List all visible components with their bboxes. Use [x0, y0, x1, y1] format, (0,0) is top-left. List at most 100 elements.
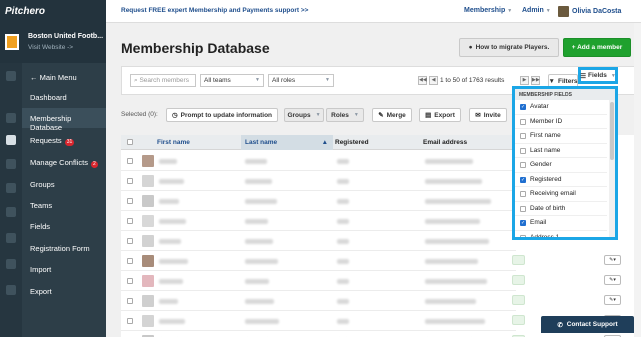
field-checkbox[interactable]: ✓: [520, 176, 526, 183]
caret-down-icon: ▼: [610, 72, 616, 79]
sidebar-item-dashboard[interactable]: Dashboard: [22, 87, 106, 107]
fields-scrollbar[interactable]: [609, 100, 615, 237]
roles-button[interactable]: Roles ▼: [326, 108, 364, 122]
how-to-migrate-button[interactable]: ● How to migrate Players.: [459, 38, 559, 57]
sidebar-item-manage-conflicts[interactable]: Manage Conflicts 2: [22, 152, 106, 172]
row-checkbox[interactable]: [127, 238, 133, 244]
field-option[interactable]: Address 1: [515, 231, 607, 237]
field-option[interactable]: ✓ Avatar: [515, 100, 607, 115]
nav-admin[interactable]: Admin ▼: [522, 7, 551, 14]
field-checkbox[interactable]: [520, 133, 526, 139]
sidebar-item-main-menu[interactable]: ← Main Menu: [22, 67, 106, 87]
row-actions-button[interactable]: ✎▾: [604, 275, 621, 285]
teams-select[interactable]: All teams ▼: [200, 74, 264, 87]
gear-icon[interactable]: [6, 259, 16, 269]
fields-button[interactable]: ☰ Fields ▼: [578, 67, 618, 84]
members-icon[interactable]: [6, 135, 16, 145]
nav-membership[interactable]: Membership ▼: [464, 7, 512, 14]
row-checkbox[interactable]: [127, 298, 133, 304]
redacted-registered: [337, 299, 349, 304]
column-first-name[interactable]: First name: [157, 139, 190, 146]
sidebar-item-teams[interactable]: Teams: [22, 195, 106, 215]
field-option[interactable]: Member ID: [515, 115, 607, 129]
table-row[interactable]: [121, 211, 516, 231]
calendar-icon[interactable]: [6, 159, 16, 169]
field-option[interactable]: Gender: [515, 158, 607, 173]
sidebar-item-membership-database[interactable]: Membership Database: [22, 108, 106, 132]
contact-support-button[interactable]: ✆ Contact Support: [541, 316, 634, 333]
field-checkbox[interactable]: [520, 147, 526, 154]
field-checkbox[interactable]: [520, 234, 526, 237]
table-row[interactable]: [121, 331, 516, 337]
sidebar-item-registration-form[interactable]: Registration Form: [22, 238, 106, 258]
field-option[interactable]: ✓ Registered: [515, 173, 607, 187]
image-icon[interactable]: [6, 183, 16, 193]
support-promo-link[interactable]: Request FREE expert Membership and Payme…: [121, 7, 308, 14]
last-page-icon[interactable]: ▶▶: [531, 76, 540, 85]
table-row[interactable]: [121, 191, 516, 211]
field-checkbox[interactable]: [520, 162, 526, 168]
member-avatar: [142, 295, 154, 307]
sidebar-item-fields[interactable]: Fields: [22, 216, 106, 236]
prompt-update-button[interactable]: ◷ Prompt to update information: [166, 108, 278, 122]
row-checkbox[interactable]: [127, 258, 133, 264]
next-page-icon[interactable]: ▶: [520, 76, 529, 85]
table-row[interactable]: [121, 151, 516, 171]
chart-icon[interactable]: [6, 233, 16, 243]
field-option[interactable]: Date of birth: [515, 202, 607, 216]
page-scrollbar[interactable]: [634, 23, 641, 337]
table-row[interactable]: [121, 271, 516, 291]
invite-button[interactable]: ✉ Invite: [469, 108, 507, 122]
row-actions-button[interactable]: ✎▾: [604, 255, 621, 265]
sidebar-item-groups[interactable]: Groups: [22, 174, 106, 194]
row-checkbox[interactable]: [127, 318, 133, 324]
field-checkbox[interactable]: [520, 191, 526, 197]
column-registered[interactable]: Registered: [335, 139, 369, 146]
row-checkbox[interactable]: [127, 198, 133, 204]
user-menu[interactable]: Olivia DaCosta: [558, 5, 621, 18]
scroll-thumb[interactable]: [610, 102, 614, 160]
field-checkbox[interactable]: ✓: [520, 220, 526, 226]
redacted-email: [425, 299, 476, 304]
field-option[interactable]: ✓ Email: [515, 216, 607, 231]
column-email[interactable]: Email address: [423, 139, 467, 146]
field-checkbox[interactable]: [520, 118, 526, 125]
sidebar-item-requests[interactable]: Requests 31: [22, 130, 106, 150]
bell-icon[interactable]: [6, 285, 16, 295]
select-all-checkbox[interactable]: [127, 139, 133, 145]
member-avatar: [142, 155, 154, 167]
first-page-icon[interactable]: ◀◀: [418, 76, 427, 85]
sidebar-item-export[interactable]: Export: [22, 281, 106, 301]
table-row[interactable]: [121, 311, 516, 331]
merge-button[interactable]: ✎ Merge: [372, 108, 412, 122]
money-icon[interactable]: [6, 207, 16, 217]
visit-website-link[interactable]: Visit Website ->: [28, 44, 73, 51]
field-option[interactable]: Receiving email: [515, 187, 607, 202]
sidebar-item-import[interactable]: Import: [22, 259, 106, 279]
table-row[interactable]: [121, 291, 516, 311]
redacted-first-name: [159, 319, 185, 324]
groups-button[interactable]: Groups ▼: [284, 108, 324, 122]
brand-logo[interactable]: Pitchero: [0, 0, 106, 23]
prev-page-icon[interactable]: ◀: [429, 76, 438, 85]
export-button[interactable]: ▤ Export: [419, 108, 461, 122]
table-row[interactable]: [121, 171, 516, 191]
row-actions-button[interactable]: ✎▾: [604, 295, 621, 305]
table-row[interactable]: [121, 251, 516, 271]
column-last-name[interactable]: Last name ▲: [241, 135, 333, 150]
field-checkbox[interactable]: ✓: [520, 104, 526, 110]
roles-select[interactable]: All roles ▼: [268, 74, 334, 87]
home-icon[interactable]: [6, 71, 16, 81]
row-checkbox[interactable]: [127, 178, 133, 184]
status-chip: [512, 255, 525, 265]
edit-icon[interactable]: [6, 113, 16, 123]
row-checkbox[interactable]: [127, 158, 133, 164]
row-checkbox[interactable]: [127, 218, 133, 224]
table-row[interactable]: [121, 231, 516, 251]
field-checkbox[interactable]: [520, 205, 526, 212]
add-member-button[interactable]: + Add a member: [563, 38, 631, 57]
field-option[interactable]: Last name: [515, 144, 607, 158]
search-input[interactable]: ⌕ Search members: [130, 74, 196, 87]
row-checkbox[interactable]: [127, 278, 133, 284]
field-option[interactable]: First name: [515, 129, 607, 144]
